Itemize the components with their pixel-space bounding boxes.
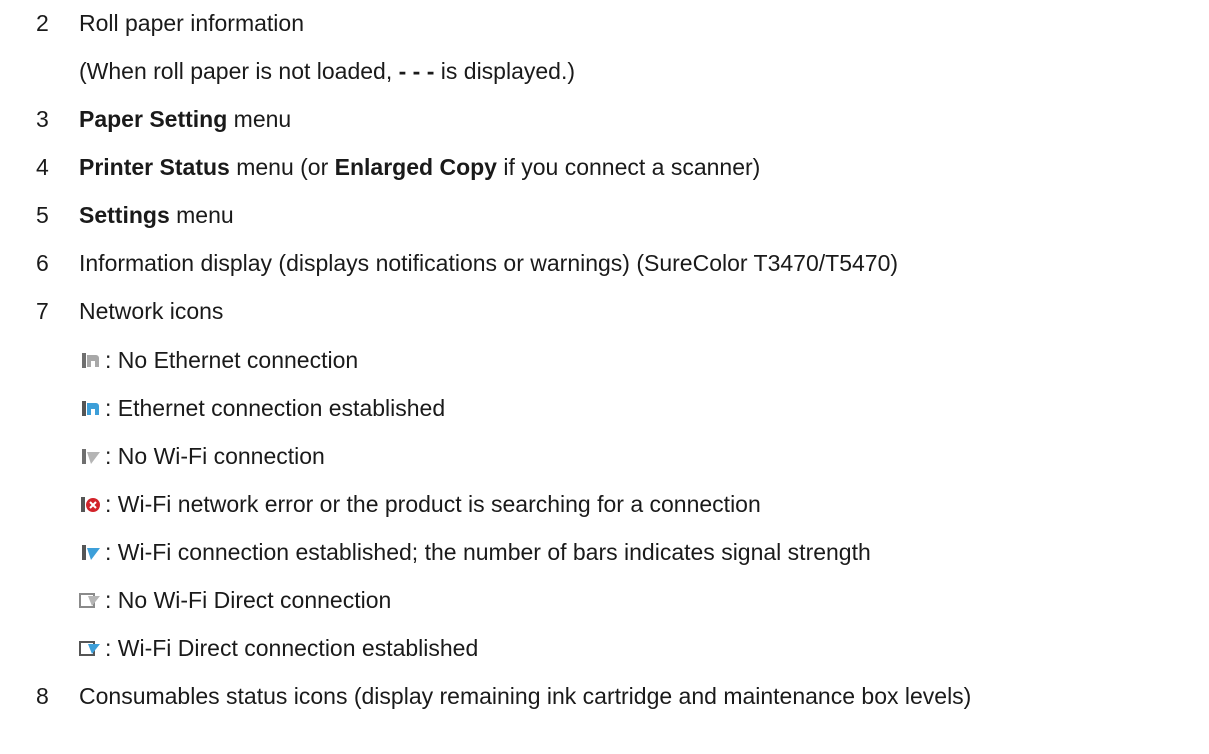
item-number: 4 [36,154,49,180]
item-number: 2 [36,10,49,36]
network-icon-text: : No Ethernet connection [105,347,359,373]
wifi-direct-off-icon [79,589,101,611]
item-number: 7 [36,298,49,324]
wifi-direct-on-icon [79,637,101,659]
wifi-off-icon [79,445,101,467]
item-text: Printer Status menu (or Enlarged Copy if… [79,154,761,180]
item-number: 8 [36,683,49,709]
network-icon-text: : Wi-Fi Direct connection established [105,635,479,661]
item-number: 5 [36,202,49,228]
item-text: Network icons [79,298,224,324]
item-text: Settings menu [79,202,234,228]
network-icon-text: : Wi-Fi connection established; the numb… [105,539,871,565]
wifi-on-icon [79,541,101,563]
item-note: (When roll paper is not loaded, - - - is… [79,58,576,84]
item-number: 6 [36,250,49,276]
item-number: 3 [36,106,49,132]
ethernet-off-icon [79,349,101,371]
item-text: Information display (displays notificati… [79,250,899,276]
network-icon-text: : Ethernet connection established [105,395,446,421]
item-text: Roll paper information [79,10,305,36]
network-icon-text: : No Wi-Fi connection [105,443,325,469]
ethernet-on-icon [79,397,101,419]
network-icon-text: : Wi-Fi network error or the product is … [105,491,761,517]
wifi-error-icon [79,493,101,515]
item-text: Consumables status icons (display remain… [79,683,972,709]
network-icon-text: : No Wi-Fi Direct connection [105,587,392,613]
item-text: Paper Setting menu [79,106,292,132]
